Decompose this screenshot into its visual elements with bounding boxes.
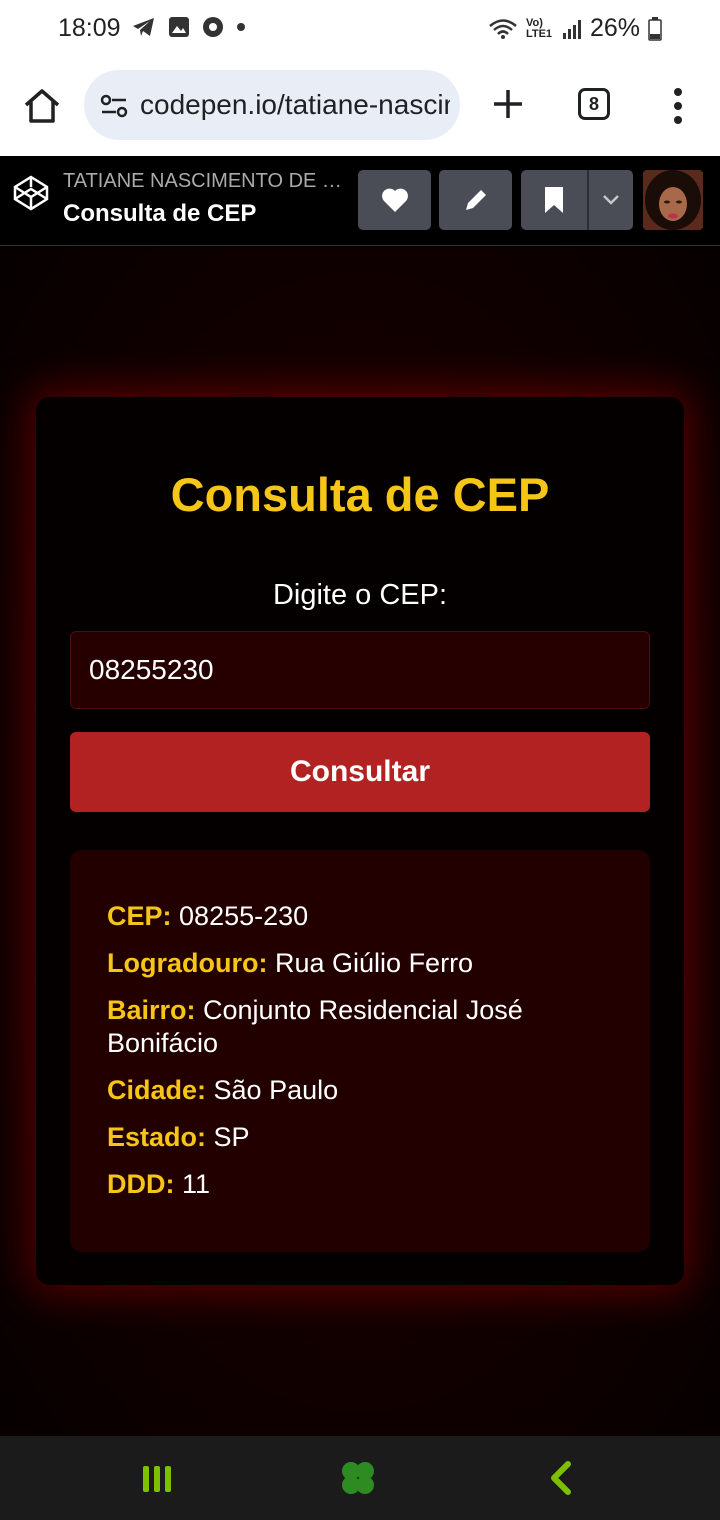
chevron-down-icon [603, 195, 619, 205]
bookmark-button[interactable] [521, 170, 587, 230]
chrome-icon [203, 17, 223, 37]
heart-icon [381, 188, 408, 212]
pen-title: Consulta de CEP [63, 200, 257, 227]
edit-button[interactable] [439, 170, 512, 230]
result-bairro: Bairro: Conjunto Residencial José Bonifá… [107, 995, 523, 1058]
bookmark-button-group [521, 170, 633, 230]
result-estado: Estado: SP [107, 1122, 250, 1152]
cep-card: Consulta de CEP Digite o CEP: Consultar … [36, 397, 684, 1285]
system-nav-bar [0, 1436, 720, 1520]
result-cidade: Cidade: São Paulo [107, 1075, 339, 1105]
pen-author[interactable]: TATIANE NASCIMENTO DE S... [63, 170, 348, 193]
new-tab-icon[interactable] [486, 82, 530, 126]
battery-text: 26% [589, 14, 640, 42]
page-background: Consulta de CEP Digite o CEP: Consultar … [0, 247, 720, 1437]
more-menu-icon[interactable] [668, 86, 688, 126]
status-bar: 18:09 Vo) LTE1 26% [0, 0, 720, 58]
recent-apps-icon[interactable] [140, 1464, 174, 1494]
result-ddd: DDD: 11 [107, 1169, 211, 1199]
codepen-header: TATIANE NASCIMENTO DE S... Consulta de C… [0, 156, 720, 246]
pencil-icon [465, 190, 486, 210]
battery-icon [648, 16, 662, 41]
dot-icon [237, 23, 245, 31]
wifi-icon [489, 18, 517, 39]
avatar-image [643, 170, 703, 230]
url-text[interactable]: codepen.io/tatiane-nascimento [140, 89, 450, 121]
result-logradouro: Logradouro: Rua Giúlio Ferro [107, 948, 474, 978]
url-bar[interactable]: codepen.io/tatiane-nascimento [84, 70, 460, 140]
avatar[interactable] [643, 170, 703, 230]
app-title: Consulta de CEP [170, 468, 550, 521]
consult-button[interactable]: Consultar [70, 732, 650, 812]
result-panel: CEP: 08255-230 Logradouro: Rua Giúlio Fe… [70, 850, 650, 1252]
browser-toolbar: codepen.io/tatiane-nascimento 8 [0, 58, 720, 156]
collections-dropdown-button[interactable] [589, 170, 633, 230]
status-time: 18:09 [58, 14, 121, 42]
codepen-logo-icon[interactable] [12, 174, 50, 212]
home-icon[interactable] [20, 84, 64, 128]
back-icon[interactable] [548, 1460, 574, 1496]
cep-input[interactable] [70, 631, 650, 709]
home-nav-icon[interactable] [338, 1458, 378, 1498]
telegram-icon [133, 18, 154, 36]
site-settings-icon[interactable] [98, 90, 130, 122]
bookmark-icon [545, 187, 563, 213]
result-cep: CEP: 08255-230 [107, 901, 309, 931]
cep-input-label: Digite o CEP: [272, 579, 448, 611]
like-button[interactable] [358, 170, 431, 230]
tab-switcher-button[interactable]: 8 [578, 88, 610, 120]
signal-icon [562, 19, 581, 39]
gallery-icon [169, 17, 189, 37]
network-label: Vo) LTE1 [525, 16, 553, 40]
